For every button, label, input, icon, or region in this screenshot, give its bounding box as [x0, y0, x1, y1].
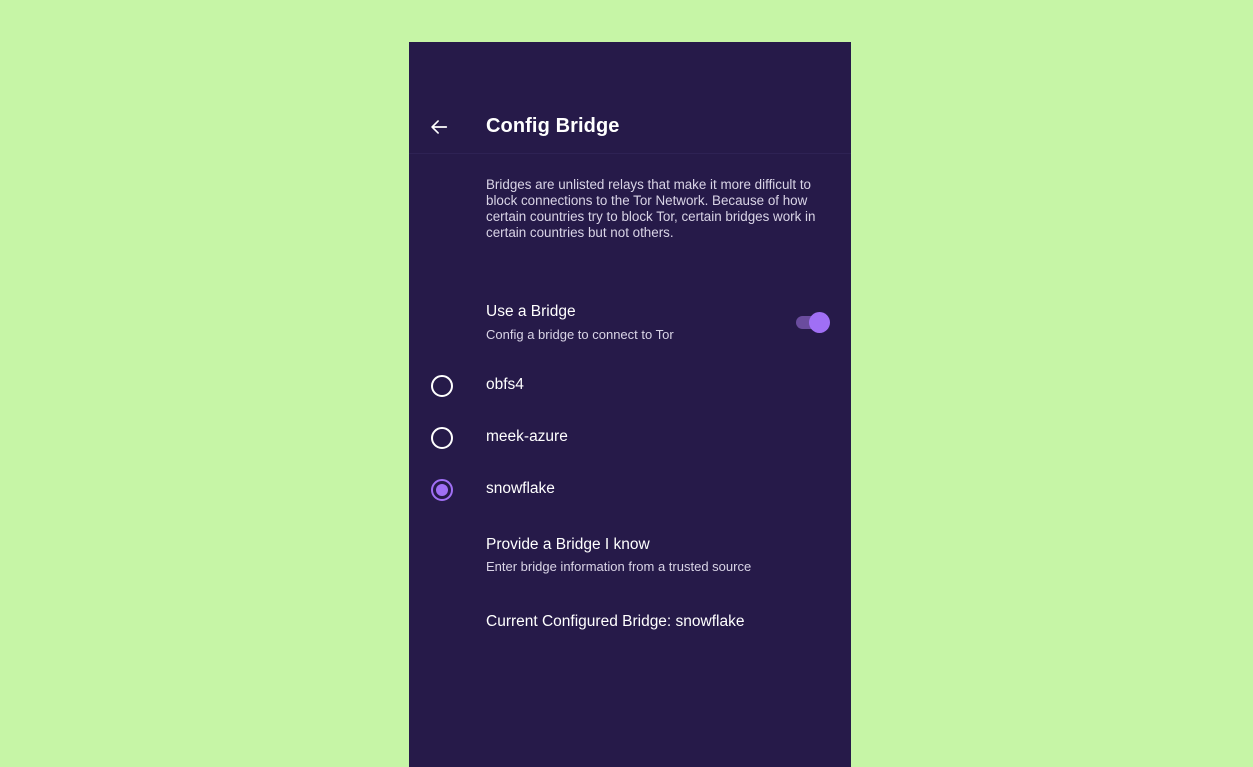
bridge-option-meek-azure[interactable]: meek-azure	[409, 414, 851, 462]
radio-snowflake[interactable]	[431, 479, 453, 501]
current-bridge-status: Current Configured Bridge: snowflake	[486, 613, 745, 630]
arrow-left-icon	[431, 120, 448, 134]
provide-bridge-item[interactable]: Provide a Bridge I know Enter bridge inf…	[409, 530, 851, 586]
bridge-option-obfs4[interactable]: obfs4	[409, 362, 851, 410]
radio-meek-azure[interactable]	[431, 427, 453, 449]
bridge-option-snowflake[interactable]: snowflake	[409, 466, 851, 514]
bridge-option-label: snowflake	[486, 480, 555, 497]
radio-obfs4[interactable]	[431, 375, 453, 397]
phone-screen: Config Bridge Bridges are unlisted relay…	[409, 42, 851, 767]
use-bridge-toggle[interactable]	[795, 309, 831, 333]
app-bar: Config Bridge	[409, 42, 851, 154]
page-title: Config Bridge	[486, 115, 620, 137]
use-bridge-label: Use a Bridge	[486, 303, 576, 320]
use-bridge-sublabel: Config a bridge to connect to Tor	[486, 327, 674, 342]
bridge-description: Bridges are unlisted relays that make it…	[486, 177, 816, 240]
bridge-option-label: meek-azure	[486, 428, 568, 445]
provide-bridge-label: Provide a Bridge I know	[486, 536, 650, 553]
back-button[interactable]	[423, 111, 455, 143]
bridge-option-label: obfs4	[486, 376, 524, 393]
toggle-thumb	[809, 312, 830, 333]
provide-bridge-sublabel: Enter bridge information from a trusted …	[486, 559, 752, 574]
use-bridge-setting[interactable]: Use a Bridge Config a bridge to connect …	[409, 294, 851, 350]
